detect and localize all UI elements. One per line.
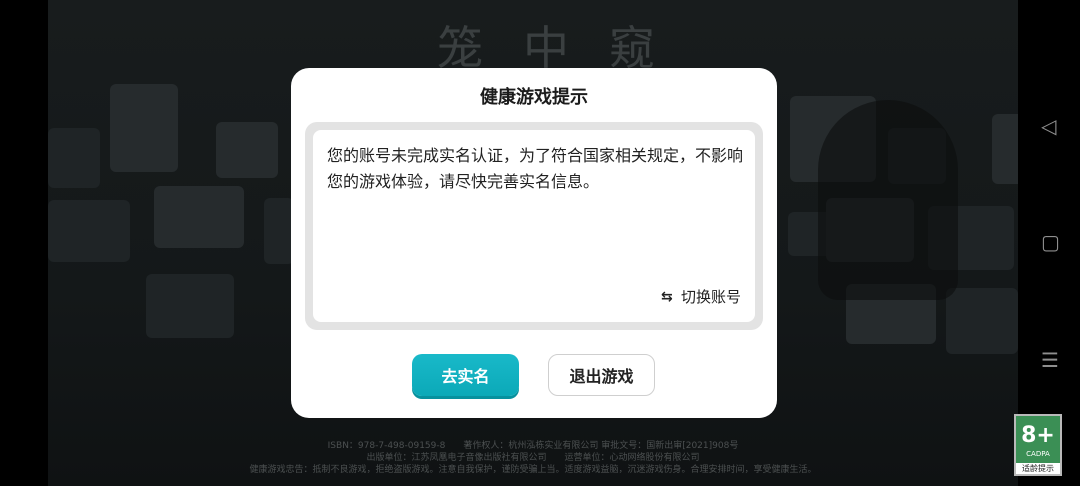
bg-tile [216,122,278,178]
menu-icon[interactable]: ☰ [1041,350,1059,370]
bg-tile [154,186,244,248]
age-rating-value: 8+ [1021,423,1055,448]
bg-tile [992,114,1018,184]
bg-tile [946,288,1018,354]
message-box: 您的账号未完成实名认证，为了符合国家相关规定，不影响您的游戏体验，请尽快完善实名… [313,130,755,322]
verify-name-button[interactable]: 去实名 [412,354,519,396]
health-game-dialog: 健康游戏提示 您的账号未完成实名认证，为了符合国家相关规定，不影响您的游戏体验，… [291,68,777,418]
bg-tile [264,198,294,264]
message-frame: 您的账号未完成实名认证，为了符合国家相关规定，不影响您的游戏体验，请尽快完善实名… [305,122,763,330]
bg-tile [110,84,178,172]
footer-isbn: ISBN：978-7-498-09159-8 著作权人：杭州泓栋实业有限公司 审… [327,441,739,451]
footer-health-advice: 健康游戏忠告：抵制不良游戏，拒绝盗版游戏。注意自我保护，谨防受骗上当。适度游戏益… [249,465,817,475]
back-icon[interactable]: ◁ [1041,116,1056,136]
bg-tile [48,200,130,262]
age-rating-badge: 8+ CADPA 适龄提示 [1014,414,1062,476]
exit-game-button[interactable]: 退出游戏 [548,354,655,396]
dialog-title: 健康游戏提示 [480,87,588,108]
bg-tile [146,274,234,338]
swap-icon: ⇆ [660,288,673,305]
age-rating-org: CADPA [1026,450,1050,458]
left-black-bar [0,0,48,486]
switch-account-link[interactable]: ⇆ 切换账号 [661,286,741,307]
home-icon[interactable]: ▢ [1041,232,1060,252]
footer-publisher: 出版单位：江苏凤凰电子音像出版社有限公司 运营单位：心动网络股份有限公司 [366,453,700,463]
dialog-message: 您的账号未完成实名认证，为了符合国家相关规定，不影响您的游戏体验，请尽快完善实名… [327,146,744,191]
bg-tile [48,128,100,188]
character-silhouette [818,100,958,300]
age-rating-label: 适龄提示 [1016,463,1060,474]
switch-account-label: 切换账号 [680,288,741,306]
